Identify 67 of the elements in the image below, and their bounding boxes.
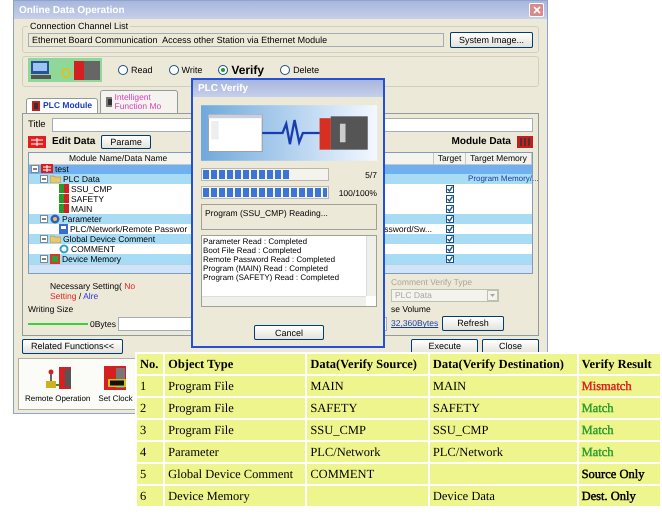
log-line: Parameter Read : Completed <box>203 237 308 246</box>
tree-item-label: PLC Data <box>63 174 100 184</box>
tree-item-label: test <box>55 164 69 174</box>
result-text: Match <box>582 400 614 414</box>
tree-item-label: PLC/Network/Remote Passwor <box>70 224 188 234</box>
status-text: Program (SSU_CMP) Reading... <box>205 208 328 218</box>
table-cell: Device Memory <box>165 486 306 506</box>
column-header: Data(Verify Source) <box>307 354 428 374</box>
column-header: Target Memory <box>466 152 532 165</box>
table-cell: SAFETY <box>430 398 577 418</box>
table-cell-text: Program Memory/... <box>467 174 539 184</box>
progress-reading: 100/100% <box>338 188 377 198</box>
volume-label: se Volume <box>391 304 432 314</box>
tree-item-label: MAIN <box>71 204 92 214</box>
edit-data-label: Edit Data <box>52 136 96 148</box>
table-cell: COMMENT <box>307 464 428 484</box>
table-cell: 1 <box>137 376 164 396</box>
tree-item-label: Device Memory <box>62 254 122 264</box>
column-header: Target <box>434 152 466 165</box>
table-cell: Program File <box>165 398 306 418</box>
table-cell: SSU_CMP <box>430 420 577 440</box>
group-label: Connection Channel List <box>29 21 130 31</box>
column-header: Verify Result <box>578 354 660 374</box>
writing-size-value: 0Bytes <box>90 318 116 329</box>
result-text: Source Only <box>582 466 644 480</box>
log-line: Program (MAIN) Read : Completed <box>203 264 329 273</box>
writing-size-label: Writing Size <box>28 304 74 314</box>
tree-item-label: SSU_CMP <box>71 184 112 194</box>
column-header: Data(Verify Destination) <box>430 354 577 374</box>
table-cell: SSU_CMP <box>307 420 428 440</box>
table-cell: 5 <box>137 464 164 484</box>
tree-item-label: Global Device Comment <box>63 234 156 244</box>
necessary-setting-text: Necessary Setting( No Setting / Alre <box>50 280 136 301</box>
tree-item-label: SAFETY <box>71 194 104 204</box>
table-cell: Program File <box>165 420 306 440</box>
table-cell: Device Data <box>430 486 577 506</box>
result-text: Match <box>582 444 614 458</box>
table-cell: PLC/Network <box>307 442 428 462</box>
log-line: Program (SAFETY) Read : Completed <box>203 273 340 282</box>
result-text: Match <box>582 422 614 436</box>
title-label: Title <box>28 119 46 130</box>
module-data-label: Module Data <box>452 136 511 148</box>
table-cell: MAIN <box>430 376 577 396</box>
result-text: Mismatch <box>582 378 632 392</box>
table-cell: PLC/Network <box>430 442 577 462</box>
column-header: Object Type <box>165 354 306 374</box>
table-cell: 3 <box>137 420 164 440</box>
table-cell: Global Device Comment <box>165 464 306 484</box>
window-title: Online Data Operation <box>19 4 125 16</box>
result-text: Dest. Only <box>582 488 636 502</box>
column-header: No. <box>137 354 164 374</box>
progress-reading: 5/7 <box>364 170 377 180</box>
tree-item-label: ssword/Sw... <box>384 224 433 234</box>
table-cell: Program File <box>165 376 306 396</box>
log-line: Remote Password Read : Completed <box>203 255 336 264</box>
table-cell: MAIN <box>307 376 428 396</box>
table-cell: SAFETY <box>307 398 428 418</box>
log-line: Boot File Read : Completed <box>203 246 302 255</box>
table-cell: 6 <box>137 486 164 506</box>
table-cell: Parameter <box>165 442 306 462</box>
tree-item-label: Parameter <box>62 214 102 224</box>
dialog-title: PLC Verify <box>198 83 248 94</box>
tree-item-label: COMMENT <box>71 244 115 254</box>
table-cell: 2 <box>137 398 164 418</box>
table-cell: 4 <box>137 442 164 462</box>
volume-value: 32,360Bytes <box>391 318 438 328</box>
comment-verify-label: Comment Verify Type <box>391 276 474 287</box>
